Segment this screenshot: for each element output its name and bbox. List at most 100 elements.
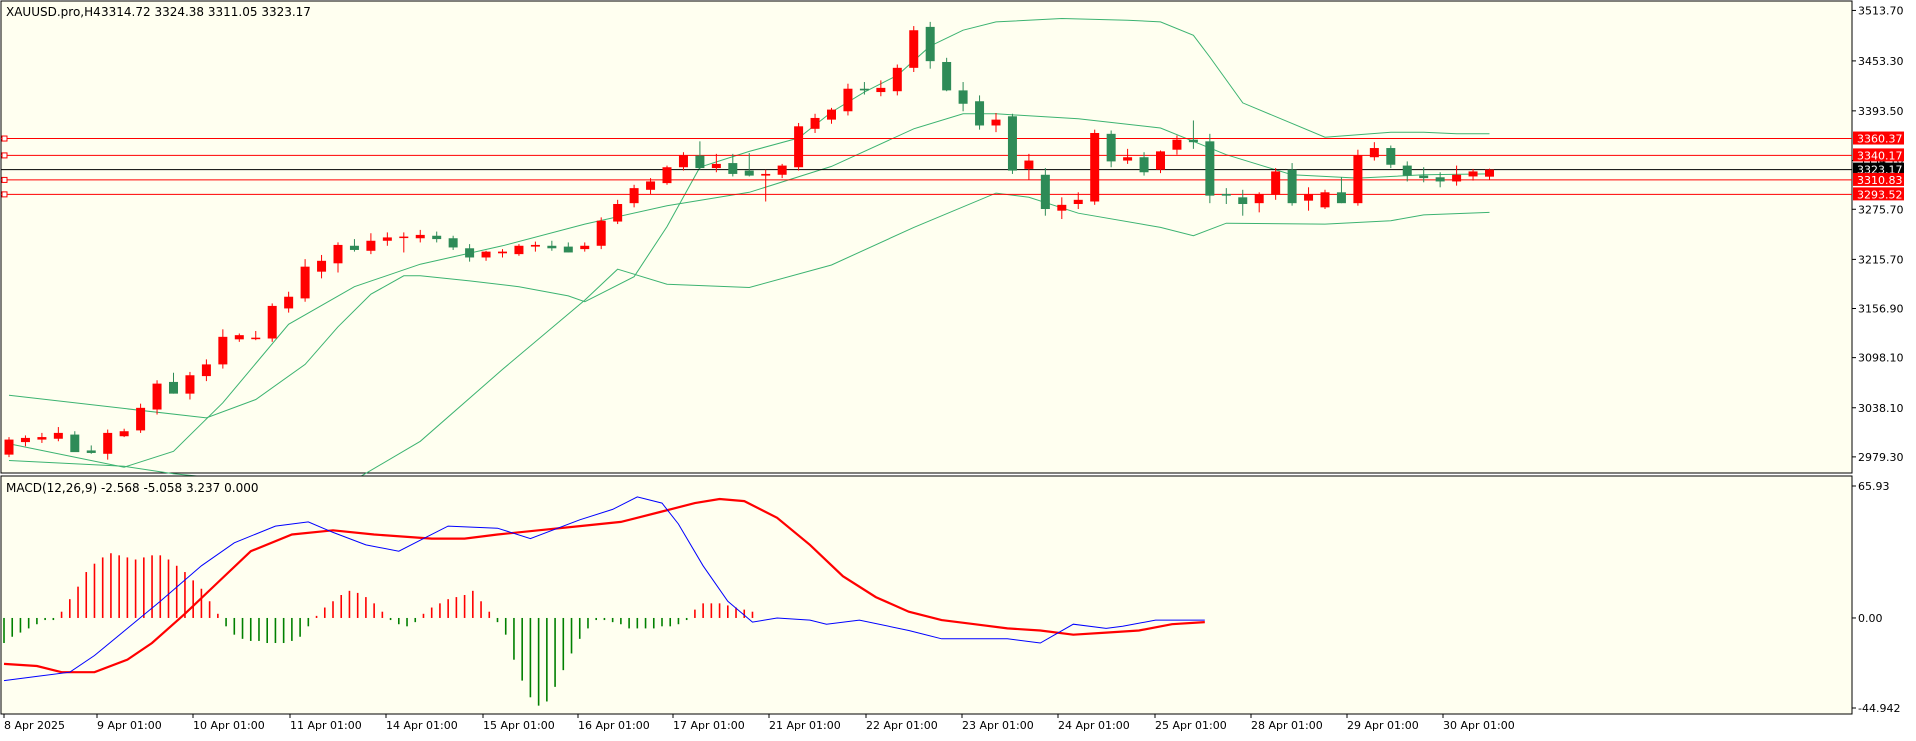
- price-axis-label: 3513.70: [1858, 4, 1904, 17]
- candle: [1007, 113, 1017, 174]
- time-axis-label: 17 Apr 01:00: [673, 719, 745, 732]
- candle-body: [794, 126, 804, 168]
- candle-body: [1287, 169, 1297, 204]
- time-axis-label: 25 Apr 01:00: [1155, 719, 1227, 732]
- candle-body: [1188, 139, 1198, 143]
- level-price-tag-label: 3310.83: [1857, 174, 1903, 187]
- candle: [1205, 133, 1215, 204]
- candle-body: [366, 240, 376, 251]
- candle-body: [1369, 148, 1379, 158]
- time-axis-label: 22 Apr 01:00: [866, 719, 938, 732]
- candle-body: [481, 251, 491, 258]
- candle-body: [1452, 174, 1462, 182]
- level-anchor: [1, 191, 8, 198]
- candle-body: [695, 155, 705, 169]
- time-axis-label: 16 Apr 01:00: [578, 719, 650, 732]
- candle-body: [843, 88, 853, 112]
- candle-body: [892, 67, 902, 92]
- candle-body: [827, 109, 836, 120]
- candle-body: [201, 364, 211, 377]
- candle-body: [563, 246, 573, 253]
- candle-body: [1386, 148, 1396, 165]
- price-axis-label: 2979.30: [1858, 451, 1904, 464]
- candle-body: [349, 245, 359, 250]
- time-axis-label: 11 Apr 01:00: [290, 719, 362, 732]
- candle-body: [711, 163, 721, 169]
- candle-body: [103, 432, 113, 454]
- macd-panel-background: [0, 475, 1853, 715]
- time-axis-label: 30 Apr 01:00: [1443, 719, 1515, 732]
- chart-window: XAUUSD.pro,H4 3314.72 3324.38 3311.05 33…: [0, 0, 1916, 737]
- macd-axis-label: 65.93: [1858, 480, 1890, 493]
- candle-body: [1221, 193, 1231, 196]
- candle-body: [317, 260, 327, 272]
- candle: [4, 437, 14, 458]
- candle-body: [613, 204, 623, 222]
- candle-body: [382, 237, 392, 241]
- candle-body: [530, 244, 540, 247]
- candle-body: [399, 236, 409, 239]
- candle-body: [432, 235, 442, 240]
- candle-body: [333, 244, 343, 264]
- price-axis-label: 3453.30: [1858, 55, 1904, 68]
- candle: [1156, 150, 1165, 174]
- candle-body: [958, 90, 968, 104]
- candle: [909, 26, 919, 73]
- candle: [892, 64, 902, 96]
- candle-body: [169, 381, 178, 394]
- candle-body: [300, 266, 310, 299]
- candle-body: [86, 450, 96, 453]
- candle-body: [251, 337, 261, 340]
- candle-body: [728, 163, 738, 174]
- candle-body: [1402, 165, 1412, 176]
- candle: [1353, 149, 1363, 206]
- candle-body: [185, 375, 195, 394]
- candle: [136, 403, 146, 433]
- price-axis-label: 3038.10: [1858, 402, 1904, 415]
- price-axis-label: 3393.50: [1858, 105, 1904, 118]
- level-anchor: [1, 152, 8, 159]
- candle-body: [629, 188, 639, 204]
- candle-body: [547, 245, 557, 249]
- time-axis-label: 10 Apr 01:00: [193, 719, 265, 732]
- candle-body: [37, 437, 47, 440]
- candle-body: [975, 101, 985, 126]
- candle: [794, 122, 804, 171]
- chart-svg: XAUUSD.pro,H4 3314.72 3324.38 3311.05 33…: [0, 0, 1916, 737]
- time-axis-label: 8 Apr 2025: [4, 719, 65, 732]
- time-axis-label: 24 Apr 01:00: [1058, 719, 1130, 732]
- price-axis-label: 3098.10: [1858, 352, 1904, 365]
- candle-body: [777, 165, 787, 175]
- candle-body: [1271, 171, 1281, 195]
- candle: [942, 57, 952, 92]
- candle-body: [1304, 193, 1314, 201]
- candle-body: [20, 437, 30, 443]
- candle-body: [514, 245, 524, 255]
- candle-body: [909, 30, 919, 68]
- level-price-tag-label: 3360.37: [1857, 133, 1903, 146]
- candle-body: [119, 431, 129, 437]
- candle-body: [70, 434, 80, 453]
- candle: [514, 244, 524, 256]
- candle-body: [1419, 175, 1429, 179]
- candle-body: [1139, 157, 1149, 173]
- time-axis-label: 14 Apr 01:00: [386, 719, 458, 732]
- time-axis-label: 9 Apr 01:00: [97, 719, 162, 732]
- candle-body: [1254, 193, 1264, 204]
- macd-label: MACD(12,26,9) -2.568 -5.058 3.237 0.000: [6, 481, 258, 495]
- candle-body: [465, 248, 475, 258]
- candle-body: [1205, 141, 1215, 196]
- candle: [1386, 145, 1396, 169]
- macd-axis-label: 0.00: [1858, 612, 1883, 625]
- candle-body: [1485, 169, 1494, 177]
- macd-panel[interactable]: MACD(12,26,9) -2.568 -5.058 3.237 0.000: [0, 475, 1853, 715]
- price-panel[interactable]: XAUUSD.pro,H4 3314.72 3324.38 3311.05 33…: [0, 0, 1853, 491]
- candle-body: [580, 245, 590, 250]
- candle-body: [1238, 197, 1248, 205]
- candle-body: [1336, 192, 1346, 204]
- candle-body: [662, 167, 672, 184]
- time-axis-label: 29 Apr 01:00: [1347, 719, 1419, 732]
- candle-body: [4, 439, 14, 455]
- candle-body: [1040, 174, 1050, 210]
- candle-body: [415, 234, 425, 239]
